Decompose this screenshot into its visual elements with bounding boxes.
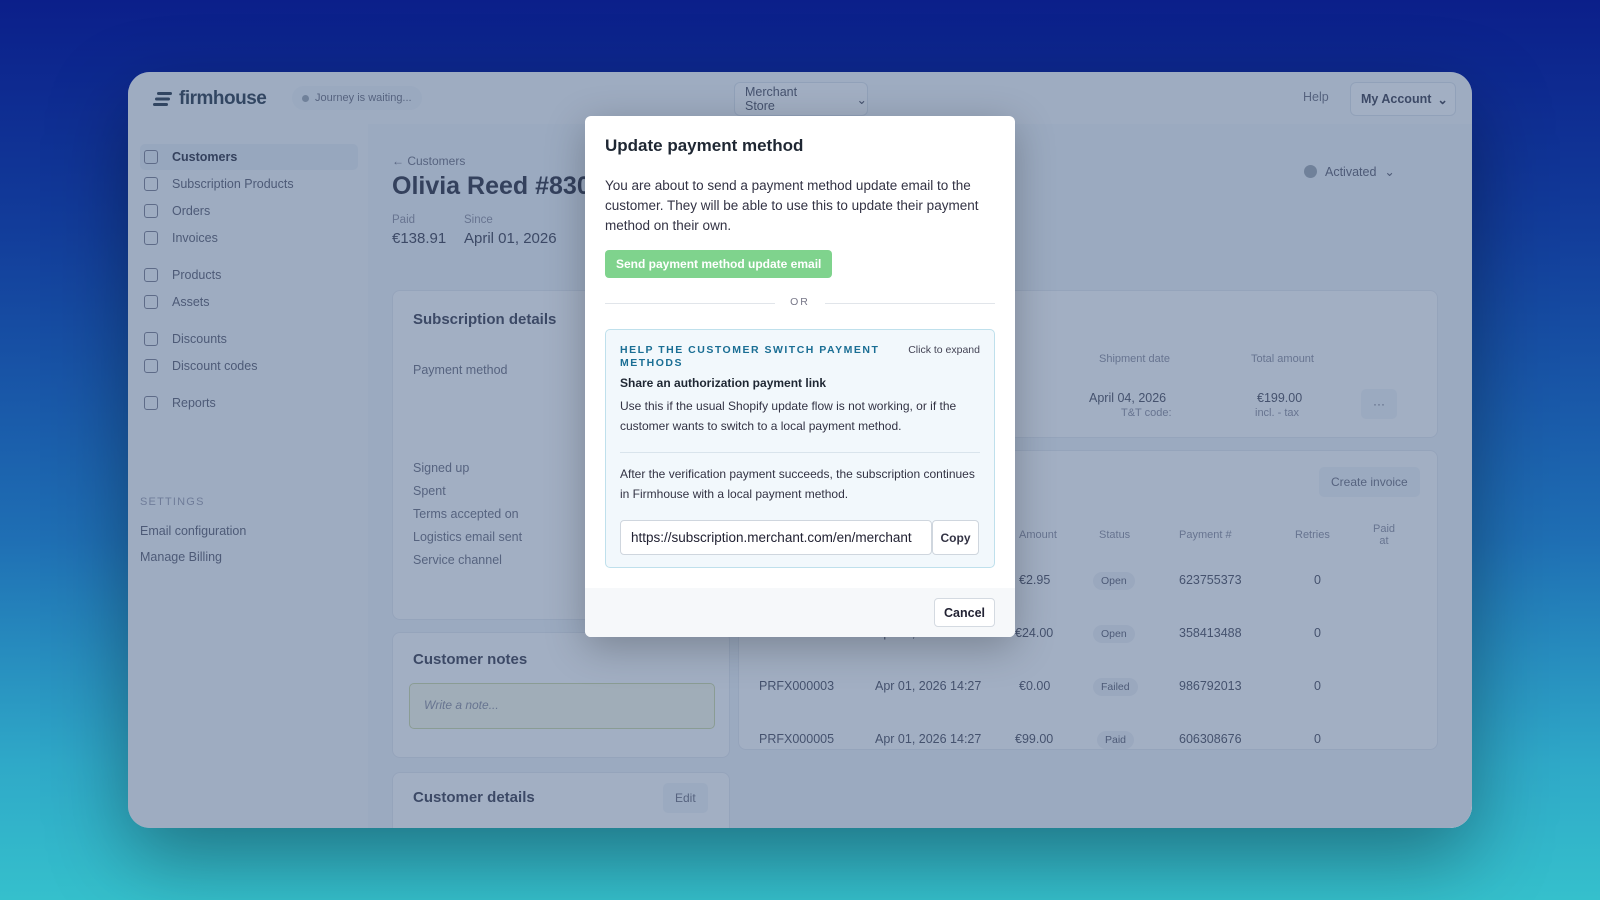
or-label: OR [790, 296, 810, 308]
panel-divider [620, 452, 980, 453]
panel-subheading: Share an authorization payment link [620, 376, 827, 390]
panel-note: After the verification payment succeeds,… [620, 467, 975, 501]
cancel-button[interactable]: Cancel [934, 598, 995, 627]
send-update-email-button[interactable]: Send payment method update email [605, 250, 833, 278]
authorization-link-field[interactable] [620, 520, 932, 555]
switch-payment-methods-panel: HELP THE CUSTOMER SWITCH PAYMENT METHODS… [605, 329, 995, 568]
panel-description: Use this if the usual Shopify update flo… [620, 399, 957, 433]
dialog-footer: Cancel [585, 588, 1015, 637]
divider-line [825, 303, 995, 304]
dialog-title: Update payment method [605, 136, 804, 155]
expand-toggle[interactable]: Click to expand [908, 344, 980, 356]
update-payment-method-dialog: Update payment method You are about to s… [585, 116, 1015, 637]
or-divider: OR [605, 296, 995, 310]
dialog-description: You are about to send a payment method u… [605, 178, 979, 233]
copy-link-button[interactable]: Copy [932, 520, 979, 555]
panel-heading: HELP THE CUSTOMER SWITCH PAYMENT METHODS [620, 344, 880, 369]
